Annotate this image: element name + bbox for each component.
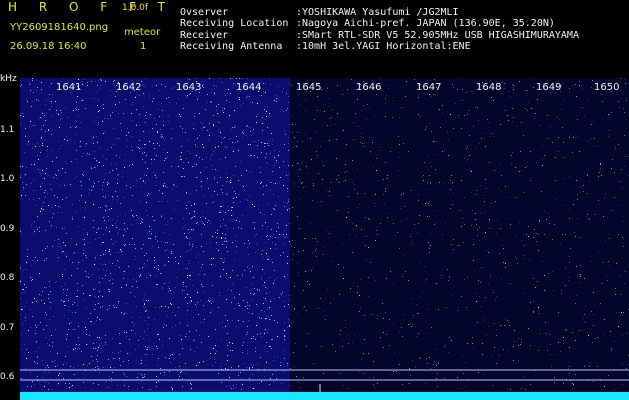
antenna-value: :10mH 3el.YAGI Horizontal:ENE [296, 41, 471, 52]
receiver-value: :SMart RTL-SDR V5 52.905MHz USB HIGASHIM… [296, 30, 579, 41]
baseline-band [20, 392, 629, 400]
timestamp: 26.09.18 16:40 [10, 41, 87, 52]
location-value: :Nagoya Aichi-pref. JAPAN (136.90E, 35.2… [296, 18, 555, 29]
y-tick-label: 1.1 [0, 125, 15, 135]
y-tick-label: 0.7 [0, 323, 15, 333]
observer-value: :YOSHIKAWA Yasufumi /JG2MLI [296, 7, 459, 18]
header-panel: H R O F F T 1.0.0f YY2609181640.png mete… [0, 0, 629, 78]
meteor-count: 1 [140, 41, 147, 52]
location-label: Receiving Location [180, 18, 289, 29]
x-tick-label: 1644 [236, 82, 262, 93]
y-tick-label: 0.9 [0, 224, 15, 234]
meteor-label: meteor [124, 27, 161, 38]
x-tick-label: 1646 [356, 82, 382, 93]
x-tick-label: 1648 [476, 82, 502, 93]
x-tick-label: 1643 [176, 82, 202, 93]
y-axis-unit: kHz [0, 74, 17, 84]
x-tick-label: 1649 [536, 82, 562, 93]
sparse-region [290, 78, 629, 400]
app-brand: H R O F F T [8, 0, 175, 14]
antenna-label: Receiving Antenna [180, 41, 283, 52]
x-tick-label: 1645 [296, 82, 322, 93]
x-tick-label: 1642 [116, 82, 142, 93]
y-tick-label: 1.0 [0, 174, 15, 184]
x-tick-label: 1641 [56, 82, 82, 93]
spectrogram-plot [20, 78, 629, 400]
receiver-label: Receiver [180, 30, 229, 41]
app-version: 1.0.0f [122, 3, 149, 13]
file-name: YY2609181640.png [10, 22, 109, 33]
x-tick-label: 1650 [594, 82, 620, 93]
x-tick-label: 1647 [416, 82, 442, 93]
observer-label: Ovserver [180, 7, 229, 18]
y-tick-label: 0.8 [0, 273, 15, 283]
y-tick-label: 0.6 [0, 372, 15, 382]
spectrogram-canvas [20, 78, 629, 400]
